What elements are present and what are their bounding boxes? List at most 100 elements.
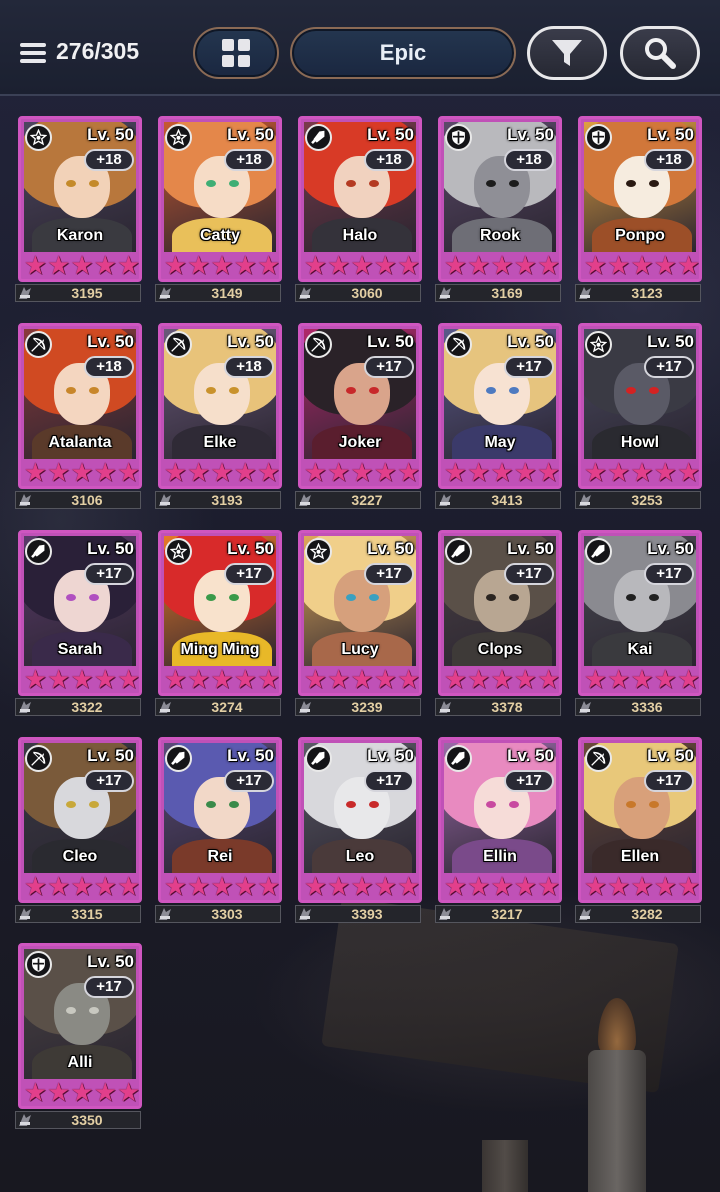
star-icon: ★: [210, 250, 234, 280]
star-icon: ★: [327, 664, 351, 694]
star-icon: ★: [490, 250, 514, 280]
hero-card-frame[interactable]: Lv. 50 +17 Kai ★ ★ ★ ★ ★: [578, 530, 702, 696]
star-icon: ★: [187, 250, 211, 280]
grid-view-button[interactable]: [193, 27, 279, 79]
hero-card-frame[interactable]: Lv. 50 +18 Atalanta ★ ★ ★ ★ ★: [18, 323, 142, 489]
star-icon: ★: [513, 871, 537, 901]
power-icon: [159, 287, 171, 299]
hero-card-frame[interactable]: Lv. 50 +18 Halo ★ ★ ★ ★ ★: [298, 116, 422, 282]
hero-power: 3123: [631, 285, 663, 301]
star-icon: ★: [327, 457, 351, 487]
star-icon: ★: [70, 250, 94, 280]
search-button[interactable]: [620, 26, 700, 80]
hero-enhance-badge: +17: [644, 563, 694, 585]
star-icon: ★: [303, 250, 328, 280]
star-icon: ★: [303, 457, 328, 487]
filter-button[interactable]: [527, 26, 607, 80]
hero-enhance-badge: +17: [504, 770, 554, 792]
hero-enhance-badge: +18: [224, 356, 274, 378]
background-candle-small: [482, 1140, 528, 1192]
star-icon: ★: [116, 1077, 141, 1107]
star-icon: ★: [630, 871, 654, 901]
hero-card-frame[interactable]: Lv. 50 +17 Ellen ★ ★ ★ ★ ★: [578, 737, 702, 903]
star-icon: ★: [23, 664, 48, 694]
hero-card-frame[interactable]: Lv. 50 +17 Howl ★ ★ ★ ★ ★: [578, 323, 702, 489]
hero-power-bar: 3227: [295, 491, 421, 509]
star-icon: ★: [583, 871, 608, 901]
hero-power: 3169: [491, 285, 523, 301]
star-icon: ★: [630, 664, 654, 694]
hero-card-frame[interactable]: Lv. 50 +17 Sarah ★ ★ ★ ★ ★: [18, 530, 142, 696]
star-icon: ★: [676, 250, 701, 280]
rarity-filter-button[interactable]: Epic: [290, 27, 516, 79]
power-icon: [439, 908, 451, 920]
hero-name: Karon: [56, 227, 104, 244]
hero-card-frame[interactable]: Lv. 50 +18 Karon ★ ★ ★ ★ ★: [18, 116, 142, 282]
hero-card-frame[interactable]: Lv. 50 +17 Leo ★ ★ ★ ★ ★: [298, 737, 422, 903]
hero-card-frame[interactable]: Lv. 50 +17 Cleo ★ ★ ★ ★ ★: [18, 737, 142, 903]
hero-card-frame[interactable]: Lv. 50 +17 May ★ ★ ★ ★ ★: [438, 323, 562, 489]
hero-card-frame[interactable]: Lv. 50 +17 Alli ★ ★ ★ ★ ★: [18, 943, 142, 1109]
hero-enhance-badge: +17: [504, 563, 554, 585]
star-icon: ★: [373, 457, 397, 487]
star-icon: ★: [70, 664, 94, 694]
power-icon: [579, 494, 591, 506]
hamburger-menu-icon[interactable]: [20, 43, 46, 63]
hero-star-rating: ★ ★ ★ ★ ★: [443, 457, 559, 487]
hero-power-bar: 3393: [295, 905, 421, 923]
star-icon: ★: [467, 457, 491, 487]
hero-star-rating: ★ ★ ★ ★ ★: [163, 664, 279, 694]
hero-card-frame[interactable]: Lv. 50 +17 Clops ★ ★ ★ ★ ★: [438, 530, 562, 696]
star-icon: ★: [350, 871, 374, 901]
hero-enhance-badge: +18: [84, 149, 134, 171]
hero-card-frame[interactable]: Lv. 50 +17 Lucy ★ ★ ★ ★ ★: [298, 530, 422, 696]
star-icon: ★: [233, 250, 257, 280]
hero-name: Alli: [67, 1054, 93, 1071]
star-icon: ★: [327, 250, 351, 280]
hero-power: 3336: [631, 699, 663, 715]
hero-level: Lv. 50: [367, 539, 414, 558]
star-icon: ★: [350, 457, 374, 487]
star-icon: ★: [210, 664, 234, 694]
hero-power: 3227: [351, 492, 383, 508]
hero-star-rating: ★ ★ ★ ★ ★: [303, 250, 419, 280]
hero-power-bar: 3315: [15, 905, 141, 923]
star-icon: ★: [396, 871, 421, 901]
hero-name: Halo: [342, 227, 378, 244]
star-icon: ★: [256, 457, 281, 487]
hero-star-rating: ★ ★ ★ ★ ★: [303, 664, 419, 694]
hero-name: Rook: [480, 227, 520, 244]
bow-role-icon: [585, 745, 612, 772]
hero-card-frame[interactable]: Lv. 50 +17 Ellin ★ ★ ★ ★ ★: [438, 737, 562, 903]
shield-role-icon: [445, 124, 472, 151]
hero-card-frame[interactable]: Lv. 50 +18 Ponpo ★ ★ ★ ★ ★: [578, 116, 702, 282]
hero-card-frame[interactable]: Lv. 50 +18 Catty ★ ★ ★ ★ ★: [158, 116, 282, 282]
hero-card-frame[interactable]: Lv. 50 +17 Joker ★ ★ ★ ★ ★: [298, 323, 422, 489]
hero-power: 3393: [351, 906, 383, 922]
star-icon: ★: [187, 457, 211, 487]
hero-card-frame[interactable]: Lv. 50 +18 Elke ★ ★ ★ ★ ★: [158, 323, 282, 489]
hero-power-bar: 3217: [435, 905, 561, 923]
shield-role-icon: [25, 951, 52, 978]
star-icon: ★: [630, 457, 654, 487]
hero-power: 3193: [211, 492, 243, 508]
star-icon: ★: [490, 457, 514, 487]
hero-power: 3350: [71, 1112, 103, 1128]
hero-card-frame[interactable]: Lv. 50 +17 Ming Ming ★ ★ ★ ★ ★: [158, 530, 282, 696]
hero-level: Lv. 50: [367, 332, 414, 351]
hero-star-rating: ★ ★ ★ ★ ★: [583, 664, 699, 694]
hero-star-rating: ★ ★ ★ ★ ★: [23, 250, 139, 280]
hero-enhance-badge: +18: [504, 149, 554, 171]
hero-name: Ellin: [483, 848, 517, 865]
star-icon: ★: [233, 871, 257, 901]
star-icon: ★: [47, 1077, 71, 1107]
hero-count: 276/305: [56, 38, 140, 64]
hero-card-frame[interactable]: Lv. 50 +17 Rei ★ ★ ★ ★ ★: [158, 737, 282, 903]
star-icon: ★: [490, 664, 514, 694]
star-icon: ★: [47, 664, 71, 694]
hero-card-frame[interactable]: Lv. 50 +18 Rook ★ ★ ★ ★ ★: [438, 116, 562, 282]
hero-level: Lv. 50: [647, 332, 694, 351]
power-icon: [579, 701, 591, 713]
hero-enhance-badge: +17: [364, 563, 414, 585]
sword-role-icon: [445, 538, 472, 565]
